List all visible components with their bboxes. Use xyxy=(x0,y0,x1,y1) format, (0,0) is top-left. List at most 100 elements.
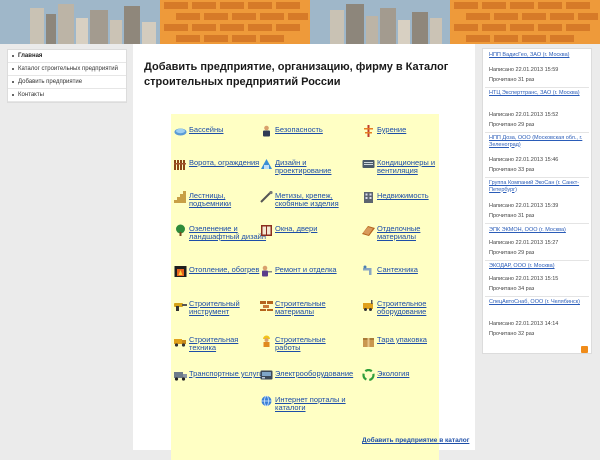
window-icon xyxy=(261,225,272,236)
category-drilling[interactable]: Бурение xyxy=(362,125,454,137)
category-label: Строительные материалы xyxy=(275,299,326,316)
company-views: Прочитано 29 раз xyxy=(489,122,535,128)
menu-item-label: Добавить предприятие xyxy=(18,79,83,85)
category-construction-tools[interactable]: Строительный инструмент xyxy=(174,300,266,316)
company-link[interactable]: НТЦ Эксперттранс, ЗАО (г. Москва) xyxy=(489,90,592,97)
category-label: Отопление, обогрев xyxy=(189,265,260,274)
category-ecology[interactable]: Экология xyxy=(362,369,454,381)
gate-icon xyxy=(174,160,186,170)
category-label: Интернет порталы и каталоги xyxy=(275,395,346,412)
category-transport[interactable]: Транспортные услуги xyxy=(174,370,266,381)
page-title: Добавить предприятие, организацию, фирму… xyxy=(144,61,449,88)
company-link[interactable]: Группа Компаний ЭкоСан (г. Санкт-Петербу… xyxy=(489,180,592,193)
worker-icon xyxy=(263,335,270,347)
category-building-materials[interactable]: Строительные материалы xyxy=(260,300,352,316)
bullet-icon xyxy=(12,55,14,57)
stairs-icon xyxy=(174,191,186,203)
construction-tool-icon xyxy=(174,303,187,311)
category-label: Строительные работы xyxy=(275,335,326,352)
category-stairs[interactable]: Лестницы, подъемники xyxy=(174,191,266,208)
company-link[interactable]: НПП ВадисГео, ЗАО (г. Москва) xyxy=(489,52,592,59)
category-label: Лестницы, подъемники xyxy=(189,191,232,208)
category-security[interactable]: Безопасность xyxy=(260,126,352,137)
category-label: Кондиционеры и вентиляция xyxy=(377,158,436,175)
category-label: Дизайн и проектирование xyxy=(275,158,332,175)
rss-icon[interactable] xyxy=(581,346,588,353)
category-real-estate[interactable]: Недвижимость xyxy=(362,192,454,203)
banner-image xyxy=(0,0,600,44)
repair-icon xyxy=(262,265,272,277)
category-construction-equipment[interactable]: Строительное оборудование xyxy=(362,300,454,316)
company-posted: Написано 22.01.2013 15:15 xyxy=(489,276,559,282)
category-label: Безопасность xyxy=(275,125,323,134)
category-air-conditioning[interactable]: Кондиционеры и вентиляция xyxy=(362,159,454,175)
finishing-icon xyxy=(362,226,375,236)
globe-icon xyxy=(261,395,272,407)
category-plumbing[interactable]: Сантехника xyxy=(362,265,454,277)
company-posted: Написано 22.01.2013 14:14 xyxy=(489,321,559,327)
menu-item-contacts[interactable]: Контакты xyxy=(8,89,126,102)
truck-icon xyxy=(174,339,186,347)
divider xyxy=(485,223,589,224)
category-construction-works[interactable]: Строительные работы xyxy=(260,335,352,352)
bricks-icon xyxy=(260,301,273,311)
category-label: Озеленение и ландшафтный дизайн xyxy=(189,224,267,241)
category-label: Электрооборудование xyxy=(275,369,354,378)
company-views: Прочитано 33 раз xyxy=(489,167,535,173)
main-content: Добавить предприятие, организацию, фирму… xyxy=(133,44,475,460)
category-landscaping[interactable]: Озеленение и ландшафтный дизайн xyxy=(174,224,267,241)
category-packaging[interactable]: Тара упаковка xyxy=(362,336,454,347)
left-sidebar: Главная Каталог строительных предприятий… xyxy=(0,44,133,450)
category-pools[interactable]: Бассейны xyxy=(174,126,266,137)
company-link[interactable]: СпецАвтоСнаб, ООО (г. Челябинск) xyxy=(489,299,592,306)
guard-icon xyxy=(263,125,270,137)
category-internet-portals[interactable]: Интернет порталы и каталоги xyxy=(260,396,352,412)
category-hardware[interactable]: Метизы, крепеж, скобяные изделия xyxy=(260,191,352,208)
design-icon xyxy=(261,159,272,169)
category-label: Бассейны xyxy=(189,125,224,134)
company-views: Прочитано 32 раз xyxy=(489,331,535,337)
add-company-link[interactable]: Добавить предприятие в каталог xyxy=(362,437,469,444)
category-electrical[interactable]: Электрооборудование xyxy=(260,369,354,381)
company-link[interactable]: НПП Доза, ООО (Московская обл., г. Зелен… xyxy=(489,135,592,148)
company-posted: Написано 22.01.2013 15:39 xyxy=(489,203,559,209)
air-conditioner-icon xyxy=(362,160,375,168)
company-link[interactable]: ЭПК ЭКМОН, ООО (г. Москва) xyxy=(489,227,592,234)
bullet-icon xyxy=(12,94,14,96)
category-label: Недвижимость xyxy=(377,191,429,200)
category-finishing-materials[interactable]: Отделочные материалы xyxy=(362,225,454,241)
category-repair[interactable]: Ремонт и отделка xyxy=(260,266,352,277)
category-design[interactable]: Дизайн и проектирование xyxy=(260,159,352,175)
category-windows-doors[interactable]: Окна, двери xyxy=(260,225,352,236)
category-heating[interactable]: Отопление, обогрев xyxy=(174,266,266,277)
category-gates[interactable]: Ворота, ограждения xyxy=(174,159,266,170)
category-panel: Бассейны Безопасность Бурение Ворота, ог… xyxy=(171,114,439,460)
menu-item-add-company[interactable]: Добавить предприятие xyxy=(8,76,126,89)
category-label: Экология xyxy=(377,369,410,378)
company-views: Прочитано 31 раз xyxy=(489,213,535,219)
company-posted: Написано 22.01.2013 15:46 xyxy=(489,157,559,163)
divider xyxy=(485,132,589,133)
category-label: Ворота, ограждения xyxy=(189,158,260,167)
category-label: Транспортные услуги xyxy=(189,369,264,378)
category-label: Бурение xyxy=(377,125,407,134)
bullet-icon xyxy=(12,68,14,70)
category-construction-machinery[interactable]: Строительная техника xyxy=(174,336,266,352)
bullet-icon xyxy=(12,81,14,83)
menu-item-home[interactable]: Главная xyxy=(8,50,126,63)
category-label: Строительный инструмент xyxy=(189,299,240,316)
drilling-icon xyxy=(364,125,373,137)
fireplace-icon xyxy=(174,266,187,277)
company-views: Прочитано 34 раз xyxy=(489,286,535,292)
menu-item-catalog[interactable]: Каталог строительных предприятий xyxy=(8,63,126,76)
menu-item-label: Главная xyxy=(18,53,43,59)
company-link[interactable]: ЭКОДАР, ООО (г. Москва) xyxy=(489,263,592,270)
box-icon xyxy=(363,338,374,347)
menu-item-label: Контакты xyxy=(18,92,44,98)
category-label: Ремонт и отделка xyxy=(275,265,337,274)
category-label: Строительная техника xyxy=(189,335,239,352)
company-views: Прочитано 29 раз xyxy=(489,250,535,256)
header-banner xyxy=(0,0,600,44)
divider xyxy=(485,260,589,261)
divider xyxy=(485,296,589,297)
